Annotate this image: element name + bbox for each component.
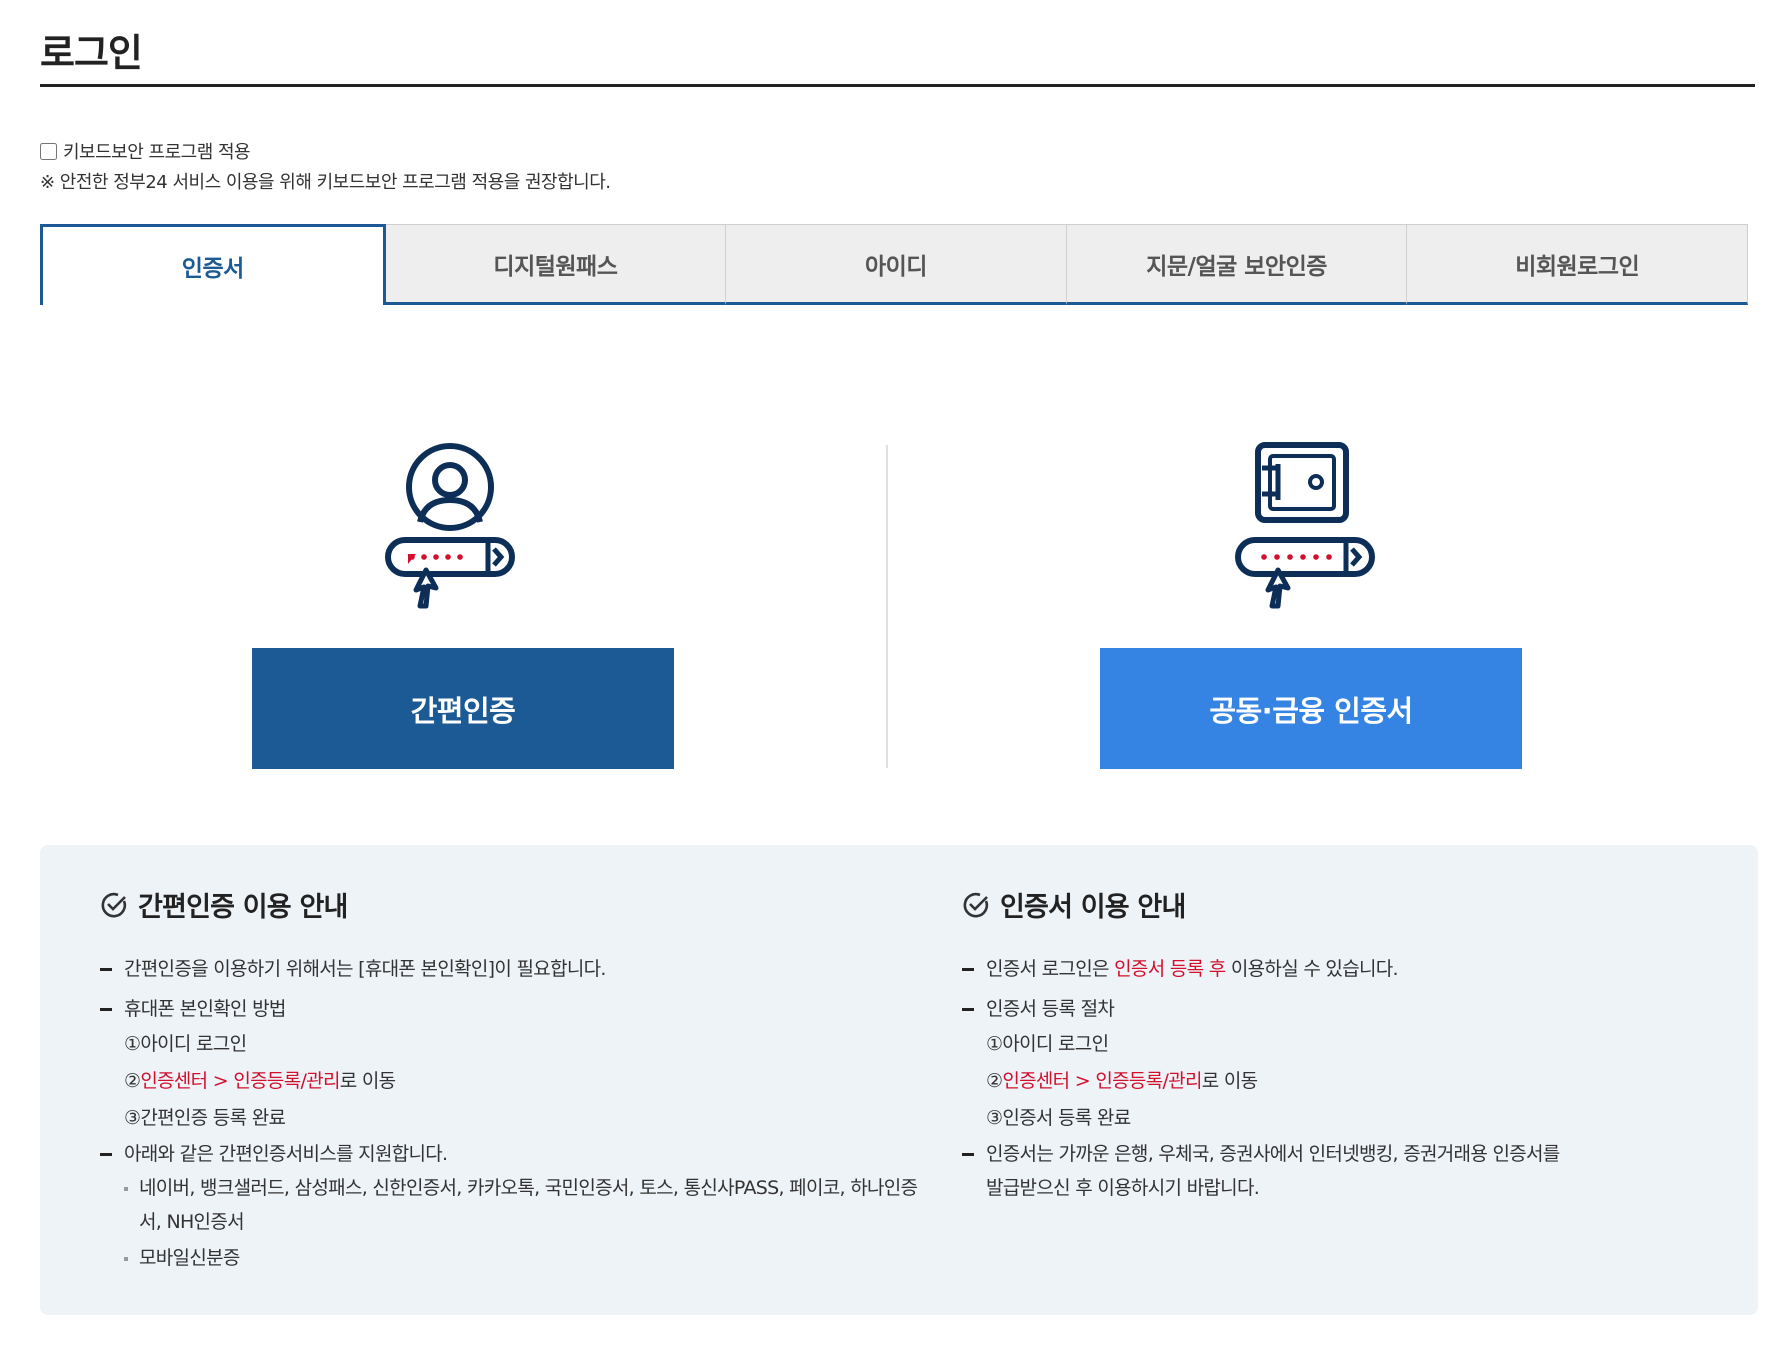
keyboard-security-checkbox[interactable] [40,142,57,160]
step-item: ③간편인증 등록 완료 [124,1107,286,1129]
list-item: 인증서는 가까운 은행, 우체국, 증권사에서 인터넷뱅킹, 증권거래용 인증서… [962,1137,1562,1205]
cert-guide-heading: 인증서 이용 안내 [962,885,1562,924]
check-circle-icon [963,892,989,917]
step-number: ② [986,1070,1003,1092]
login-method-tabs: 인증서 디지털원패스 아이디 지문/얼굴 보안인증 비회원로그인 [40,224,1748,305]
list-text: 인증서 로그인은 [986,958,1115,980]
highlight-text: 인증서 등록 후 [1114,958,1226,980]
info-panel: 간편인증 이용 안내 간편인증을 이용하기 위해서는 [휴대폰 본인확인]이 필… [40,845,1758,1315]
tab-guest-login[interactable]: 비회원로그인 [1407,224,1748,305]
step-item: ③인증서 등록 완료 [986,1107,1131,1129]
step-text: 로 이동 [339,1070,396,1092]
step-number: ② [124,1070,141,1092]
step-item: ①아이디 로그인 [986,1033,1109,1055]
list-item: 아래와 같은 간편인증서비스를 지원합니다. [100,1137,920,1171]
option-divider [886,445,888,768]
keyboard-security-option[interactable]: 키보드보안 프로그램 적용 [40,138,251,164]
title-divider [40,84,1755,87]
simple-auth-guide-title: 간편인증 이용 안내 [138,892,348,923]
cert-guide-title: 인증서 이용 안내 [1000,892,1186,923]
simple-auth-guide-heading: 간편인증 이용 안내 [100,885,920,924]
service-list-item: 네이버, 뱅크샐러드, 삼성패스, 신한인증서, 카카오톡, 국민인증서, 토스… [100,1171,920,1239]
check-circle-icon [101,892,127,917]
user-password-icon [380,442,520,612]
cert-guide: 인증서 이용 안내 인증서 로그인은 인증서 등록 후 이용하실 수 있습니다.… [962,885,1562,1205]
step-item: ①아이디 로그인 [124,1033,247,1055]
list-item: 휴대폰 본인확인 방법 [100,992,920,1026]
simple-auth-button[interactable]: 간편인증 [252,648,674,769]
joint-financial-cert-button[interactable]: 공동·금융 인증서 [1100,648,1522,769]
step-item: ②인증센터 > 인증등록/관리로 이동 [100,1063,920,1100]
simple-auth-guide: 간편인증 이용 안내 간편인증을 이용하기 위해서는 [휴대폰 본인확인]이 필… [100,885,920,1275]
service-list-item: 모바일신분증 [100,1241,920,1275]
tab-biometric[interactable]: 지문/얼굴 보안인증 [1066,224,1408,305]
cert-center-link[interactable]: 인증센터 > 인증등록/관리 [140,1070,340,1092]
tab-certificate[interactable]: 인증서 [40,224,386,305]
safe-password-icon [1230,442,1380,612]
cert-center-link[interactable]: 인증센터 > 인증등록/관리 [1002,1070,1202,1092]
list-item: 인증서 등록 절차 [962,992,1562,1026]
list-text: 이용하실 수 있습니다. [1225,958,1399,980]
list-item: 간편인증을 이용하기 위해서는 [휴대폰 본인확인]이 필요합니다. [100,952,920,986]
step-item: ②인증센터 > 인증등록/관리로 이동 [962,1063,1562,1100]
page-title: 로그인 [40,31,143,75]
list-item: 인증서 로그인은 인증서 등록 후 이용하실 수 있습니다. [962,952,1562,986]
keyboard-security-label: 키보드보안 프로그램 적용 [63,142,251,163]
step-text: 로 이동 [1201,1070,1258,1092]
keyboard-security-note: ※ 안전한 정부24 서비스 이용을 위해 키보드보안 프로그램 적용을 권장합… [40,172,611,193]
tab-digital-onepass[interactable]: 디지털원패스 [385,224,727,305]
tab-id-login[interactable]: 아이디 [726,224,1067,305]
